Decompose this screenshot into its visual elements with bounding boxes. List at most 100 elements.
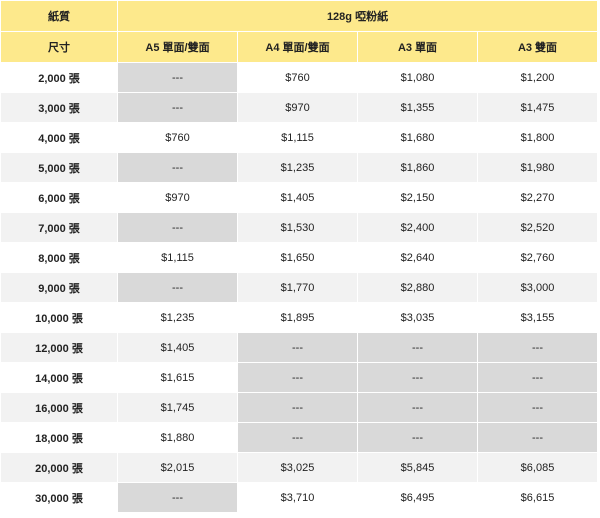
header-row-paper: 紙質 128g 啞粉紙 xyxy=(0,0,599,32)
price-cell: --- xyxy=(476,392,599,423)
table-row: 18,000 張 $1,880 --- --- --- xyxy=(0,422,599,453)
price-cell: $2,270 xyxy=(476,182,599,213)
quantity-cell: 8,000 張 xyxy=(0,242,118,273)
price-cell: $1,745 xyxy=(117,392,238,423)
price-cell: --- xyxy=(237,422,358,453)
table-row: 4,000 張 $760 $1,115 $1,680 $1,800 xyxy=(0,122,599,153)
price-cell: --- xyxy=(476,422,599,453)
price-cell: $1,860 xyxy=(357,152,478,183)
quantity-cell: 9,000 張 xyxy=(0,272,118,303)
quantity-cell: 10,000 張 xyxy=(0,302,118,333)
column-header: A4 單面/雙面 xyxy=(237,31,358,63)
quantity-cell: 6,000 張 xyxy=(0,182,118,213)
table-row: 9,000 張 --- $1,770 $2,880 $3,000 xyxy=(0,272,599,303)
price-cell: $760 xyxy=(237,62,358,93)
table-row: 30,000 張 --- $3,710 $6,495 $6,615 xyxy=(0,482,599,513)
table-row: 8,000 張 $1,115 $1,650 $2,640 $2,760 xyxy=(0,242,599,273)
price-cell: $6,495 xyxy=(357,482,478,513)
price-cell: $1,080 xyxy=(357,62,478,93)
price-cell: $2,520 xyxy=(476,212,599,243)
price-cell: --- xyxy=(237,332,358,363)
table-row: 14,000 張 $1,615 --- --- --- xyxy=(0,362,599,393)
price-cell: $1,475 xyxy=(476,92,599,123)
price-cell: $2,400 xyxy=(357,212,478,243)
price-cell: $3,155 xyxy=(476,302,599,333)
quantity-cell: 7,000 張 xyxy=(0,212,118,243)
price-cell: $3,025 xyxy=(237,452,358,483)
quantity-cell: 14,000 張 xyxy=(0,362,118,393)
price-cell: $1,115 xyxy=(117,242,238,273)
price-cell: --- xyxy=(237,392,358,423)
table-row: 12,000 張 $1,405 --- --- --- xyxy=(0,332,599,363)
quantity-cell: 20,000 張 xyxy=(0,452,118,483)
price-cell: $1,880 xyxy=(117,422,238,453)
paper-name: 128g 啞粉紙 xyxy=(116,0,599,32)
price-cell: $3,710 xyxy=(237,482,358,513)
price-cell: $2,150 xyxy=(357,182,478,213)
price-cell: $1,895 xyxy=(237,302,358,333)
price-cell: $6,085 xyxy=(476,452,599,483)
price-cell: $1,615 xyxy=(117,362,238,393)
price-cell: $5,845 xyxy=(357,452,478,483)
table-row: 7,000 張 --- $1,530 $2,400 $2,520 xyxy=(0,212,599,243)
price-cell: $1,530 xyxy=(237,212,358,243)
table-row: 20,000 張 $2,015 $3,025 $5,845 $6,085 xyxy=(0,452,599,483)
quantity-cell: 4,000 張 xyxy=(0,122,118,153)
price-cell: $1,235 xyxy=(237,152,358,183)
price-cell: $3,035 xyxy=(357,302,478,333)
price-cell: $1,680 xyxy=(357,122,478,153)
quantity-cell: 16,000 張 xyxy=(0,392,118,423)
price-cell: --- xyxy=(117,92,238,123)
quantity-cell: 3,000 張 xyxy=(0,92,118,123)
price-cell: $970 xyxy=(117,182,238,213)
price-cell: $1,200 xyxy=(476,62,599,93)
paper-label: 紙質 xyxy=(0,0,118,32)
price-cell: $1,980 xyxy=(476,152,599,183)
price-table: 紙質 128g 啞粉紙 尺寸 A5 單面/雙面 A4 單面/雙面 A3 單面 A… xyxy=(0,0,599,513)
column-header: A3 雙面 xyxy=(476,31,599,63)
table-row: 6,000 張 $970 $1,405 $2,150 $2,270 xyxy=(0,182,599,213)
table-row: 10,000 張 $1,235 $1,895 $3,035 $3,155 xyxy=(0,302,599,333)
price-cell: $1,650 xyxy=(237,242,358,273)
column-header: A5 單面/雙面 xyxy=(117,31,238,63)
price-cell: --- xyxy=(117,62,238,93)
price-cell: $1,405 xyxy=(237,182,358,213)
price-cell: $970 xyxy=(237,92,358,123)
price-cell: $760 xyxy=(117,122,238,153)
price-cell: --- xyxy=(117,272,238,303)
column-header: A3 單面 xyxy=(357,31,478,63)
price-cell: $3,000 xyxy=(476,272,599,303)
price-cell: $2,760 xyxy=(476,242,599,273)
table-body: 2,000 張 --- $760 $1,080 $1,200 3,000 張 --- $970… xyxy=(0,62,599,513)
quantity-cell: 30,000 張 xyxy=(0,482,118,513)
price-cell: --- xyxy=(117,152,238,183)
price-cell: --- xyxy=(357,362,478,393)
price-cell: --- xyxy=(357,422,478,453)
price-cell: --- xyxy=(357,392,478,423)
price-cell: --- xyxy=(357,332,478,363)
price-cell: $2,015 xyxy=(117,452,238,483)
price-cell: --- xyxy=(117,482,238,513)
price-cell: --- xyxy=(237,362,358,393)
quantity-cell: 5,000 張 xyxy=(0,152,118,183)
price-cell: $2,880 xyxy=(357,272,478,303)
price-cell: $1,355 xyxy=(357,92,478,123)
price-cell: --- xyxy=(476,362,599,393)
price-cell: $1,800 xyxy=(476,122,599,153)
table-row: 3,000 張 --- $970 $1,355 $1,475 xyxy=(0,92,599,123)
price-cell: $1,115 xyxy=(237,122,358,153)
price-cell: $2,640 xyxy=(357,242,478,273)
price-cell: $1,235 xyxy=(117,302,238,333)
table-row: 5,000 張 --- $1,235 $1,860 $1,980 xyxy=(0,152,599,183)
header-row-size: 尺寸 A5 單面/雙面 A4 單面/雙面 A3 單面 A3 雙面 xyxy=(0,31,599,63)
price-cell: $6,615 xyxy=(476,482,599,513)
quantity-cell: 18,000 張 xyxy=(0,422,118,453)
quantity-cell: 2,000 張 xyxy=(0,62,118,93)
price-cell: $1,405 xyxy=(117,332,238,363)
size-label: 尺寸 xyxy=(0,31,118,63)
price-cell: $1,770 xyxy=(237,272,358,303)
table-row: 2,000 張 --- $760 $1,080 $1,200 xyxy=(0,62,599,93)
table-row: 16,000 張 $1,745 --- --- --- xyxy=(0,392,599,423)
quantity-cell: 12,000 張 xyxy=(0,332,118,363)
price-cell: --- xyxy=(476,332,599,363)
